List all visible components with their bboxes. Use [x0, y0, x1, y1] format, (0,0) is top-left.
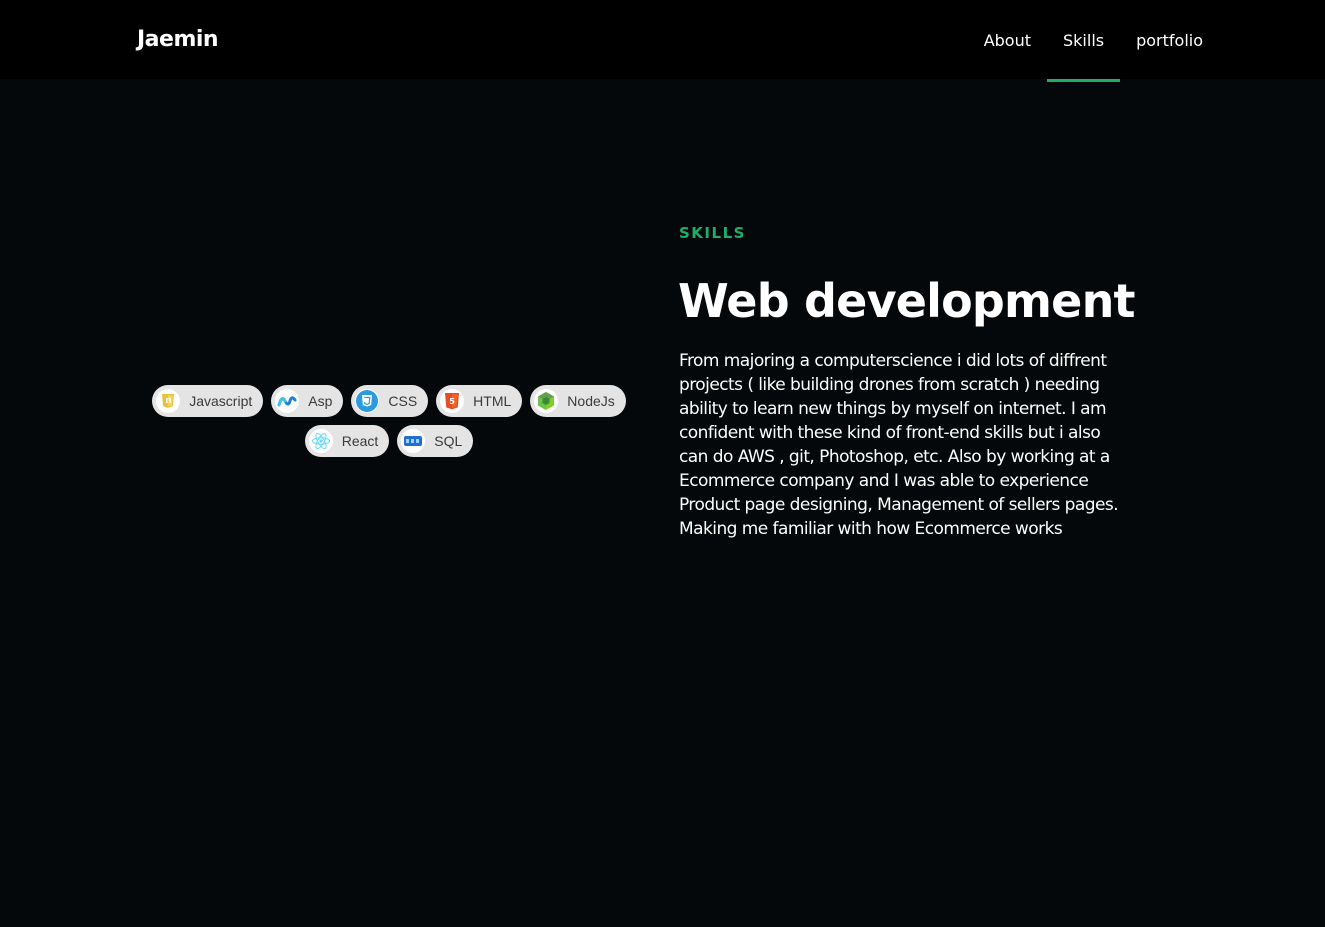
html-icon: 5 — [440, 389, 465, 413]
nav-menu: About Skills portfolio — [968, 0, 1219, 82]
page: Jaemin About Skills portfolio Javascript — [0, 0, 1325, 927]
section-eyebrow: SKILLS — [679, 224, 746, 242]
sql-icon — [401, 429, 426, 453]
skill-chip-label: SQL — [434, 433, 463, 449]
section-title: Web development — [678, 274, 1136, 328]
asp-icon — [275, 389, 300, 413]
skill-chip-react[interactable]: React — [304, 425, 390, 457]
javascript-icon — [156, 389, 181, 413]
brand-logo[interactable]: Jaemin — [137, 27, 219, 52]
svg-text:5: 5 — [449, 397, 455, 406]
skill-chip-javascript[interactable]: Javascript — [152, 385, 264, 417]
skill-chip-nodejs[interactable]: NodeJs — [530, 385, 626, 417]
skill-chip-label: Javascript — [189, 393, 253, 409]
css-icon — [355, 389, 380, 413]
nodejs-icon — [534, 389, 559, 413]
nav-item-portfolio[interactable]: portfolio — [1120, 0, 1219, 82]
skill-chip-css[interactable]: CSS — [351, 385, 429, 417]
skills-content: SKILLS Web development From majoring a c… — [678, 220, 1139, 541]
skill-chip-label: CSS — [388, 393, 418, 409]
nav-item-about[interactable]: About — [968, 0, 1047, 82]
skill-chip-label: Asp — [308, 393, 333, 409]
top-navbar: Jaemin About Skills portfolio — [0, 0, 1325, 82]
skill-chip-label: HTML — [473, 393, 512, 409]
skill-chip-html[interactable]: 5 HTML — [436, 385, 523, 417]
nav-item-skills[interactable]: Skills — [1047, 0, 1121, 82]
section-description: From majoring a computerscience i did lo… — [679, 350, 1119, 539]
skill-chip-asp[interactable]: Asp — [271, 385, 344, 417]
skill-chips: Javascript Asp CSS 5 HTML NodeJs React S… — [150, 385, 628, 457]
skill-chip-label: NodeJs — [567, 393, 615, 409]
skill-chip-label: React — [341, 433, 379, 449]
react-icon — [308, 429, 333, 453]
skill-chip-sql[interactable]: SQL — [397, 425, 474, 457]
